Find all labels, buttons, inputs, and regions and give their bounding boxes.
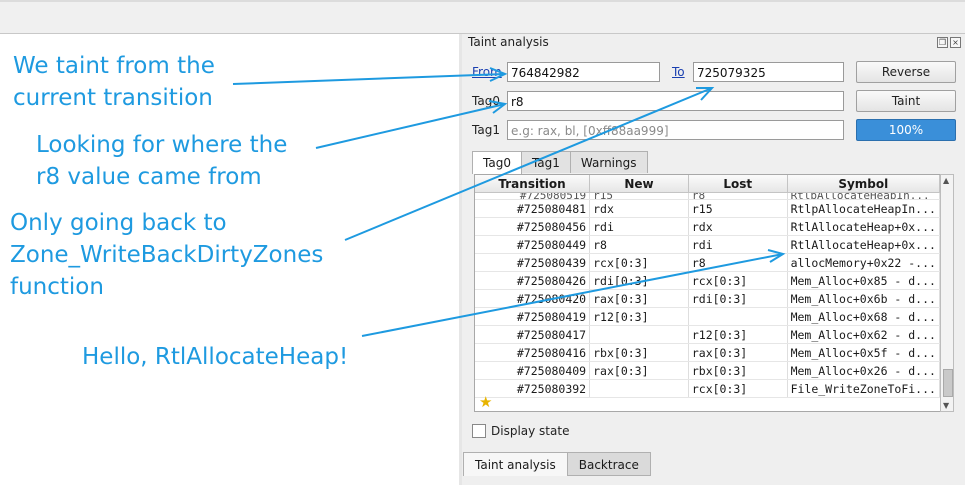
arrow-to-to-field bbox=[344, 87, 713, 241]
arrow-to-from-field bbox=[232, 73, 506, 85]
arrow-to-tag0-field bbox=[315, 103, 506, 149]
annotation-arrows bbox=[232, 67, 786, 337]
arrow-to-rtlallocateheap-row bbox=[361, 253, 784, 337]
